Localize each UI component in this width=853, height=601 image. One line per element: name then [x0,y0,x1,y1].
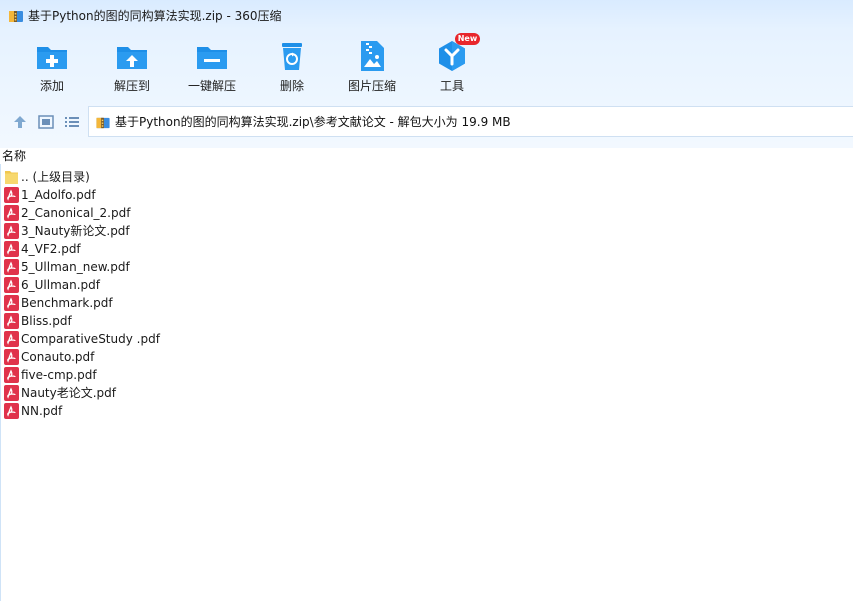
file-name: 2_Canonical_2.pdf [21,206,131,220]
zip-archive-icon [96,117,110,129]
list-item-parent-folder[interactable]: .. (上级目录) [0,168,853,186]
image-compress-label: 图片压缩 [347,79,396,93]
list-view-icon[interactable] [63,113,81,131]
delete-button[interactable]: 删除 [257,36,327,98]
column-header-label: 名称 [2,149,27,163]
pdf-file-icon [4,223,19,239]
one-click-extract-label: 一键解压 [187,79,236,93]
list-item[interactable]: Benchmark.pdf [0,294,853,312]
window-title: 基于Python的图的同构算法实现.zip - 360压缩 [28,9,282,23]
image-compress-button[interactable]: 图片压缩 [337,36,407,98]
folder-extract-icon [117,47,147,69]
header-area: 基于Python的图的同构算法实现.zip - 360压缩 添加 解压到 一键解… [0,0,853,148]
folder-add-icon [37,47,67,69]
pdf-file-icon [4,313,19,329]
file-name: ComparativeStudy .pdf [21,332,160,346]
add-label: 添加 [39,79,64,93]
add-button[interactable]: 添加 [17,36,87,98]
pdf-file-icon [4,277,19,293]
file-name: .. (上级目录) [21,170,90,184]
list-item[interactable]: 4_VF2.pdf [0,240,853,258]
list-item[interactable]: Nauty老论文.pdf [0,384,853,402]
address-bar[interactable]: 基于Python的图的同构算法实现.zip\参考文献论文 - 解包大小为 19.… [88,106,853,137]
list-item[interactable]: five-cmp.pdf [0,366,853,384]
file-name: 6_Ullman.pdf [21,278,101,292]
folder-icon [5,171,18,184]
file-name: NN.pdf [21,404,63,418]
list-item[interactable]: 3_Nauty新论文.pdf [0,222,853,240]
image-compress-icon [361,41,384,71]
pdf-file-icon [4,241,19,257]
pdf-file-icon [4,295,19,311]
list-item[interactable]: 1_Adolfo.pdf [0,186,853,204]
file-name: 5_Ullman_new.pdf [21,260,130,274]
file-name: Conauto.pdf [21,350,95,364]
list-item[interactable]: Conauto.pdf [0,348,853,366]
new-badge: New [455,33,480,45]
recycle-bin-icon [282,43,302,70]
thumbnail-view-icon[interactable] [37,113,55,131]
file-name: 1_Adolfo.pdf [21,188,96,202]
file-name: 4_VF2.pdf [21,242,81,256]
navigation-row: 基于Python的图的同构算法实现.zip\参考文献论文 - 解包大小为 19.… [0,106,853,138]
pdf-file-icon [4,259,19,275]
pdf-file-icon [4,349,19,365]
list-item[interactable]: 5_Ullman_new.pdf [0,258,853,276]
up-arrow-icon[interactable] [11,113,29,131]
list-item[interactable]: 2_Canonical_2.pdf [0,204,853,222]
pdf-file-icon [4,367,19,383]
tools-button[interactable]: 工具 [417,36,487,98]
address-path: 基于Python的图的同构算法实现.zip\参考文献论文 - 解包大小为 19.… [115,115,511,129]
column-header-name[interactable]: 名称 [0,148,853,164]
title-bar: 基于Python的图的同构算法实现.zip - 360压缩 [0,0,853,32]
extract-to-button[interactable]: 解压到 [97,36,167,98]
pdf-file-icon [4,187,19,203]
zip-archive-icon [9,11,23,22]
list-item[interactable]: ComparativeStudy .pdf [0,330,853,348]
list-item[interactable]: NN.pdf [0,402,853,420]
file-name: Benchmark.pdf [21,296,113,310]
file-name: 3_Nauty新论文.pdf [21,224,130,238]
file-name: Nauty老论文.pdf [21,386,117,400]
tools-label: 工具 [439,79,464,93]
file-name: Bliss.pdf [21,314,72,328]
pdf-file-icon [4,403,19,419]
toolbar: 添加 解压到 一键解压 删除 图片压缩 工具 [0,36,853,100]
list-item[interactable]: Bliss.pdf [0,312,853,330]
extract-to-label: 解压到 [113,79,150,93]
one-click-extract-button[interactable]: 一键解压 [177,36,247,98]
list-item[interactable]: 6_Ullman.pdf [0,276,853,294]
pdf-file-icon [4,385,19,401]
pdf-file-icon [4,205,19,221]
delete-label: 删除 [279,79,304,93]
file-name: five-cmp.pdf [21,368,97,382]
folder-oneclick-icon [197,47,227,69]
pdf-file-icon [4,331,19,347]
